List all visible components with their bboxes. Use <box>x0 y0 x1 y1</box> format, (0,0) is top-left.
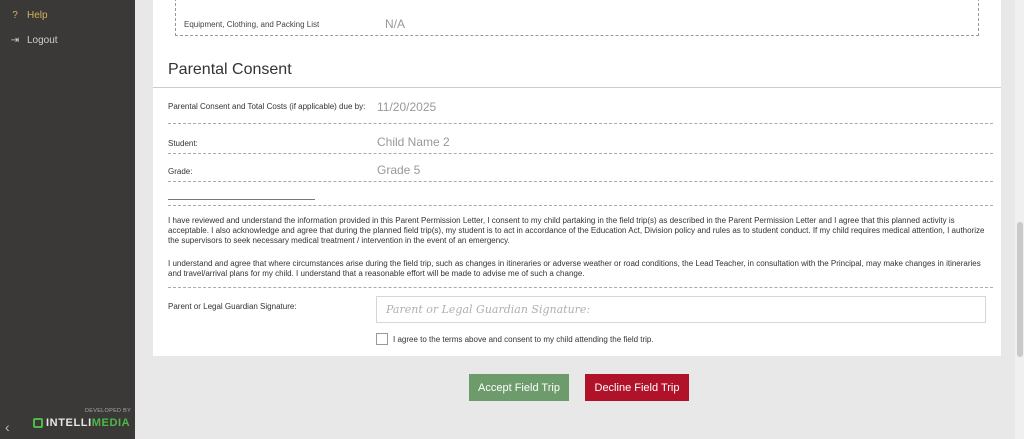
sidebar: ? Help ⇥ Logout DEVELOPED BY INTELLI MED… <box>0 0 135 439</box>
signature-input[interactable] <box>376 296 986 323</box>
accept-field-trip-button[interactable]: Accept Field Trip <box>469 374 569 401</box>
intellimedia-logo-icon <box>33 418 43 428</box>
student-value: Child Name 2 <box>377 135 450 149</box>
field-divider <box>168 181 993 182</box>
due-date-value: 11/20/2025 <box>377 100 437 114</box>
decline-field-trip-button[interactable]: Decline Field Trip <box>585 374 689 401</box>
previous-section-box <box>175 0 979 36</box>
page-scrollbar[interactable] <box>1015 0 1024 439</box>
signature-label: Parent or Legal Guardian Signature: <box>168 302 297 311</box>
section-divider <box>153 87 1001 88</box>
logout-icon: ⇥ <box>10 34 20 46</box>
sidebar-item-help-label: Help <box>27 9 48 21</box>
field-divider <box>168 205 993 206</box>
developed-by-text: DEVELOPED BY <box>85 408 132 414</box>
intellimedia-logo: INTELLI MEDIA <box>33 417 130 429</box>
sidebar-item-logout[interactable]: ⇥ Logout <box>0 29 135 51</box>
consent-paragraph-1: I have reviewed and understand the infor… <box>168 216 985 245</box>
short-divider <box>168 199 315 200</box>
field-divider <box>168 287 993 288</box>
student-label: Student: <box>168 139 198 148</box>
equipment-list-value: N/A <box>385 17 406 31</box>
scrollbar-thumb[interactable] <box>1017 222 1023 357</box>
brand-part-1: INTELLI <box>46 417 92 429</box>
grade-label: Grade: <box>168 167 193 176</box>
consent-card: Equipment, Clothing, and Packing List N/… <box>153 0 1001 356</box>
question-mark-icon: ? <box>12 9 18 21</box>
section-title: Parental Consent <box>168 61 292 78</box>
consent-paragraph-2: I understand and agree that where circum… <box>168 259 981 278</box>
due-date-label: Parental Consent and Total Costs (if app… <box>168 102 366 111</box>
field-divider <box>168 123 993 124</box>
grade-value: Grade 5 <box>377 163 421 177</box>
chevron-left-icon[interactable]: ‹ <box>5 419 10 435</box>
sidebar-item-help[interactable]: ? Help <box>0 4 135 26</box>
equipment-list-label: Equipment, Clothing, and Packing List <box>184 20 320 29</box>
agree-checkbox-label: I agree to the terms above and consent t… <box>393 335 654 344</box>
sidebar-item-logout-label: Logout <box>27 34 58 46</box>
field-divider <box>168 153 993 154</box>
agree-checkbox[interactable] <box>376 333 388 345</box>
brand-part-2: MEDIA <box>91 417 131 429</box>
